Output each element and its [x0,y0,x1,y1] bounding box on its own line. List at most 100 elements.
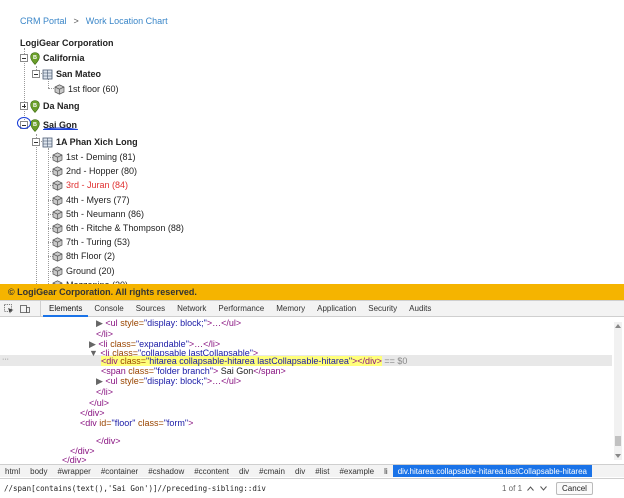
tree-node-label: 1st - Deming (81) [66,152,136,162]
dom-path-item[interactable]: #cmain [254,465,290,477]
expand-arrow-icon[interactable]: ▶ [96,376,105,386]
tree-node-label: Ground (20) [66,266,115,276]
tree-node-phan-xich-long[interactable]: 1A Phan Xich Long [32,135,138,149]
code-token: Sai Gon [218,366,254,376]
devtools-tab-console[interactable]: Console [88,301,129,317]
collapse-toggle[interactable] [32,138,40,146]
dom-path-item[interactable]: li [379,465,393,477]
breadcrumb: CRM Portal > Work Location Chart [20,16,168,26]
building-icon [42,69,53,79]
code-token: <div [80,418,100,428]
devtools-tool-icons [0,300,41,317]
code-token: "hitarea collapsable-hitarea lastCollaps… [146,356,353,366]
tree-node-california[interactable]: B California [20,51,85,65]
tree-node-floor[interactable]: 7th - Turing (53) [52,235,130,249]
tree-node-floor[interactable]: 5th - Neumann (86) [52,207,144,221]
dom-path-item[interactable]: div [290,465,310,477]
floor-cube-icon [52,151,63,163]
scroll-thumb[interactable] [615,436,621,446]
dom-path-item[interactable]: div [234,465,254,477]
code-line[interactable]: ▶ <ul style="display: block;">…</ul> [96,318,241,328]
dom-path-item[interactable]: body [25,465,52,477]
code-token: <ul [105,318,121,328]
tree-node-floor[interactable]: 6th - Ritche & Thompson (88) [52,221,184,235]
code-line[interactable]: </div> [96,436,121,446]
devtools-tab-security[interactable]: Security [362,301,403,317]
code-line[interactable]: <div id="floor" class="form"> [80,418,193,428]
next-match-button[interactable] [539,484,548,493]
tree-node-label: 3rd - Juran (84) [66,180,129,190]
devtools-tab-network[interactable]: Network [171,301,212,317]
devtools-tab-application[interactable]: Application [311,301,362,317]
devtools-tab-memory[interactable]: Memory [270,301,311,317]
devtools-tab-audits[interactable]: Audits [403,301,437,317]
building-icon [42,137,53,147]
devtools-tab-sources[interactable]: Sources [130,301,171,317]
code-line[interactable]: </li> [96,387,113,397]
location-pin-icon: B [30,99,40,113]
svg-text:B: B [33,54,37,60]
code-token: "form" [163,418,189,428]
code-line[interactable]: ▶ <ul style="display: block;">…</ul> [96,376,241,386]
annotation-underline-mark [44,127,78,131]
scroll-down-arrow-icon[interactable] [615,454,621,458]
code-token: ></div> [352,356,382,366]
tree-node-floor[interactable]: 1st - Deming (81) [52,150,136,164]
dom-path-item[interactable]: #cshadow [143,465,189,477]
tree-node-floor[interactable]: 8th Floor (2) [52,249,115,263]
tree-node-floor[interactable]: 2nd - Hopper (80) [52,164,137,178]
tree-node-label: San Mateo [56,69,102,79]
dom-path-item[interactable]: #list [310,465,334,477]
floor-cube-icon [52,236,63,248]
tree-node-floor[interactable]: Ground (20) [52,264,115,278]
code-line[interactable]: </ul> [89,398,109,408]
floor-cube-icon [52,265,63,277]
scroll-up-arrow-icon[interactable] [615,324,621,328]
code-token: <span [101,366,129,376]
tree-node-label: 8th Floor (2) [66,251,116,261]
dom-path-item[interactable]: #ccontent [189,465,234,477]
collapse-arrow-icon[interactable]: ▼ [89,348,100,358]
code-token: "floor" [111,418,136,428]
expand-arrow-icon[interactable]: ▶ [96,318,105,328]
svg-text:B: B [33,102,37,108]
devtools-search-bar: 1 of 1 Cancel [0,478,624,497]
node-ellipsis-icon[interactable]: ··· [2,356,9,363]
dollar-zero-marker: == $0 [384,356,408,366]
tree-node-floor[interactable]: 3rd - Juran (84) [52,178,128,192]
code-token: > [188,418,194,428]
dom-path-item[interactable]: div.hitarea.collapsable-hitarea.lastColl… [392,465,592,477]
device-toolbar-icon[interactable] [20,304,30,314]
code-line-selected[interactable]: <div class="hitarea collapsable-hitarea … [101,356,407,366]
dom-path-item[interactable]: #example [334,465,379,477]
tree-node-floor[interactable]: 1st floor (60) [54,82,119,96]
breadcrumb-current-link[interactable]: Work Location Chart [86,16,168,26]
code-line[interactable]: <span class="folder branch"> Sai Gon</sp… [101,366,286,376]
collapse-toggle[interactable] [32,70,40,78]
tree-connector [48,148,49,284]
floor-cube-icon [52,194,63,206]
tree-node-da-nang[interactable]: B Da Nang [20,99,80,113]
code-token: </span> [253,366,286,376]
collapse-toggle[interactable] [20,54,28,62]
breadcrumb-home-link[interactable]: CRM Portal [20,16,67,26]
dom-path-item[interactable]: #container [96,465,143,477]
cancel-search-button[interactable]: Cancel [556,481,593,495]
expand-toggle[interactable] [20,102,28,110]
code-token: >…</ul> [206,318,242,328]
previous-match-button[interactable] [526,484,535,493]
inspect-element-icon[interactable] [4,303,14,314]
code-line[interactable]: </div> [80,408,105,418]
tree-node-floor[interactable]: 4th - Myers (77) [52,193,130,207]
devtools-tab-elements[interactable]: Elements [43,301,89,317]
tree-node-san-mateo[interactable]: San Mateo [32,67,101,81]
tree-node-label: 1A Phan Xich Long [56,137,138,147]
code-line[interactable]: </li> [96,329,113,339]
footer-bar: © LogiGear Corporation. All rights reser… [0,284,624,300]
dom-path-item[interactable]: #wrapper [52,465,95,477]
devtools-tab-performance[interactable]: Performance [212,301,270,317]
xpath-search-input[interactable] [4,483,474,493]
dom-path-item[interactable]: html [0,465,25,477]
elements-scrollbar[interactable] [614,322,622,460]
collapse-toggle[interactable] [20,121,28,129]
